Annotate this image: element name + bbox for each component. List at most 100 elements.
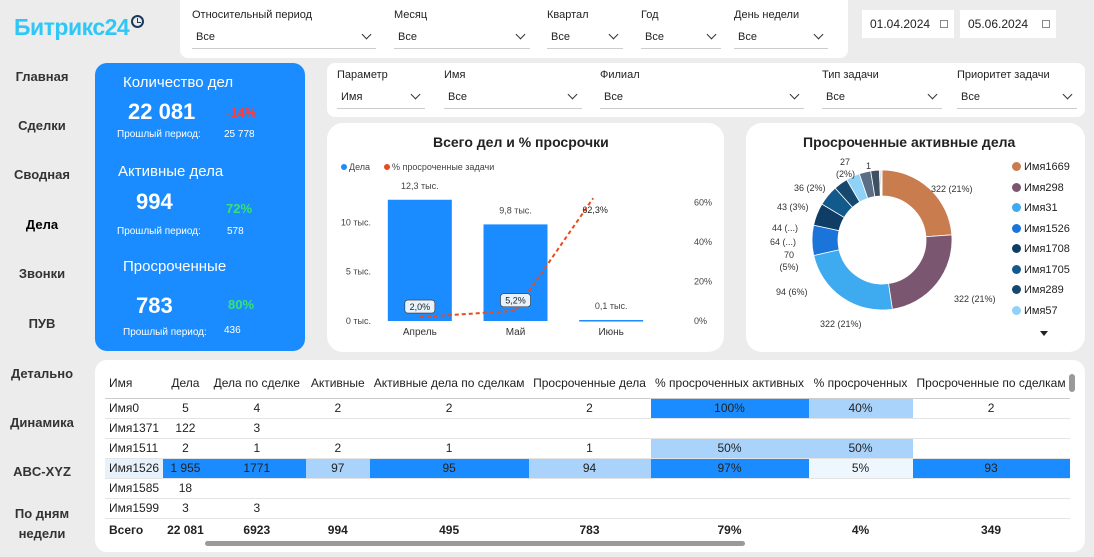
row-active-by-deals-cell [369, 498, 529, 519]
table-row[interactable]: Имя1371 122 3 [105, 418, 1070, 439]
table-row[interactable]: Имя1526 1 955 1771 97 95 94 97% 5% 93 [105, 458, 1070, 479]
col-header-tasks[interactable]: Дела [163, 368, 208, 399]
point-value-label: 5,2% [505, 296, 526, 306]
filter-quarter[interactable]: Квартал Все [547, 9, 623, 49]
date-from-value: 01.04.2024 [870, 17, 931, 31]
nav-item-calls[interactable]: Звонки [0, 266, 84, 281]
date-to-input[interactable]: 05.06.2024 [960, 10, 1056, 38]
legend-item[interactable]: Имя1526 [1012, 223, 1070, 235]
filter-relative-period[interactable]: Относительный период Все [192, 9, 376, 49]
filter-select[interactable]: Все [641, 27, 721, 49]
table-row[interactable]: Имя1511 2 1 2 1 1 50% 50% [105, 438, 1070, 459]
donut-slice [881, 169, 953, 238]
vertical-scrollbar[interactable] [1069, 374, 1075, 392]
tasks-chart-card: Всего дел и % просрочки Дела% просроченн… [327, 123, 724, 352]
legend-item[interactable]: Имя289 [1012, 284, 1064, 296]
table-row[interactable]: Имя0 5 4 2 2 2 100% 40% 2 [105, 398, 1070, 419]
row-overdue-pct-cell: 40% [808, 398, 913, 419]
nav-item-weekdays[interactable]: По дням недели [0, 504, 84, 544]
bar-value-label: 0,1 тыс. [595, 301, 628, 311]
filter-task-type[interactable]: Тип задачи Все [822, 69, 942, 109]
nav-item-tasks[interactable]: Дела [0, 217, 84, 232]
col-header-overdue-active-pct[interactable]: % просроченных активных [650, 368, 809, 399]
col-header-overdue-by-deals[interactable]: Просроченные по сделкам [912, 368, 1070, 399]
chevron-down-icon [567, 89, 578, 100]
legend-dot [1012, 182, 1021, 192]
legend-item[interactable]: Имя1669 [1012, 161, 1070, 173]
filter-select[interactable]: Все [734, 27, 828, 49]
filter-label: День недели [734, 9, 800, 21]
row-overdue-by-deals-cell [912, 418, 1070, 439]
row-name-cell: Имя0 [105, 398, 164, 419]
row-overdue-cell [528, 418, 651, 439]
filter-value: Все [826, 91, 845, 103]
table-row[interactable]: Имя1585 18 [105, 478, 1070, 499]
row-name-cell: Имя1526 [105, 458, 164, 479]
col-header-active[interactable]: Активные [305, 368, 370, 399]
nav-item-deals[interactable]: Сделки [0, 118, 84, 133]
y-left-tick-label: 0 тыс. [346, 316, 371, 326]
calendar-icon[interactable] [940, 20, 948, 28]
filter-select[interactable]: Все [822, 87, 942, 109]
total-overdue-pct-cell: 4% [851, 523, 870, 538]
slice-label: 322 (21%) [931, 184, 973, 194]
filter-month[interactable]: Месяц Все [394, 9, 530, 49]
table-row[interactable]: Имя1599 3 3 [105, 498, 1070, 519]
legend-item[interactable]: Имя1705 [1012, 264, 1070, 276]
col-header-overdue-pct[interactable]: % просроченных [808, 368, 913, 399]
bar [579, 320, 644, 322]
overdue-donut-card: Просроченные активные дела 322 (21%) 322 … [746, 123, 1085, 352]
col-header-overdue[interactable]: Просроченные дела [528, 368, 651, 399]
filter-parameter[interactable]: Параметр Имя [337, 69, 425, 109]
kpi-overdue-prev-value: 436 [224, 325, 241, 336]
legend-label: Имя1526 [1024, 222, 1070, 235]
filter-branch[interactable]: Филиал Все [600, 69, 804, 109]
row-tasks-cell: 18 [163, 478, 208, 499]
filter-select[interactable]: Все [547, 27, 623, 49]
bar-value-label: 12,3 тыс. [401, 181, 439, 191]
nav-item-summary[interactable]: Сводная [0, 167, 84, 182]
row-tasks-cell: 1 955 [163, 458, 208, 479]
filter-select[interactable]: Все [394, 27, 530, 49]
legend-dot [341, 164, 347, 170]
top-filter-bar: Относительный период Все Месяц Все Кварт… [180, 0, 848, 58]
legend-item[interactable]: Имя57 [1012, 305, 1058, 317]
col-header-tasks-by-deal[interactable]: Дела по сделке [207, 368, 306, 399]
filter-label: Год [641, 9, 659, 21]
legend-item[interactable]: Имя1708 [1012, 243, 1070, 255]
nav-item-home[interactable]: Главная [0, 69, 84, 84]
horizontal-scrollbar[interactable] [205, 541, 745, 546]
legend-label: Имя289 [1024, 284, 1064, 296]
kpi-total-prev-value: 25 778 [224, 129, 255, 140]
legend-item[interactable]: Имя298 [1012, 182, 1064, 194]
filter-select[interactable]: Все [957, 87, 1077, 109]
col-header-active-by-deals[interactable]: Активные дела по сделкам [369, 368, 529, 399]
total-tasks-cell: 22 081 [167, 523, 204, 538]
row-tasks-by-deal-cell: 3 [207, 498, 306, 519]
donut-slice [813, 249, 893, 311]
kpi-total-title: Количество дел [123, 74, 234, 91]
nav-item-dynamics[interactable]: Динамика [0, 415, 84, 430]
legend-scroll-down-icon[interactable] [1040, 331, 1048, 336]
filter-weekday[interactable]: День недели Все [734, 9, 828, 49]
col-header-name[interactable]: Имя [105, 368, 164, 399]
calendar-icon[interactable] [1042, 20, 1050, 28]
nav-item-puv[interactable]: ПУВ [0, 316, 84, 331]
nav-item-details[interactable]: Детально [0, 366, 84, 381]
filter-year[interactable]: Год Все [641, 9, 721, 49]
filter-task-priority[interactable]: Приоритет задачи Все [957, 69, 1077, 109]
filter-select[interactable]: Все [192, 27, 376, 49]
filter-value: Все [738, 31, 757, 43]
kpi-active-change: 72% [226, 201, 253, 216]
filter-value: Имя [341, 91, 363, 103]
legend-item[interactable]: Имя31 [1012, 202, 1058, 214]
nav-item-abc-xyz[interactable]: ABC-XYZ [0, 464, 84, 479]
filter-select[interactable]: Все [444, 87, 582, 109]
filter-select[interactable]: Имя [337, 87, 425, 109]
filter-select[interactable]: Все [600, 87, 804, 109]
date-from-input[interactable]: 01.04.2024 [862, 10, 954, 38]
kpi-active-title: Активные дела [118, 163, 224, 180]
filter-name[interactable]: Имя Все [444, 69, 582, 109]
legend-dot [1012, 223, 1021, 233]
legend-label: % просроченные задачи [392, 162, 494, 172]
